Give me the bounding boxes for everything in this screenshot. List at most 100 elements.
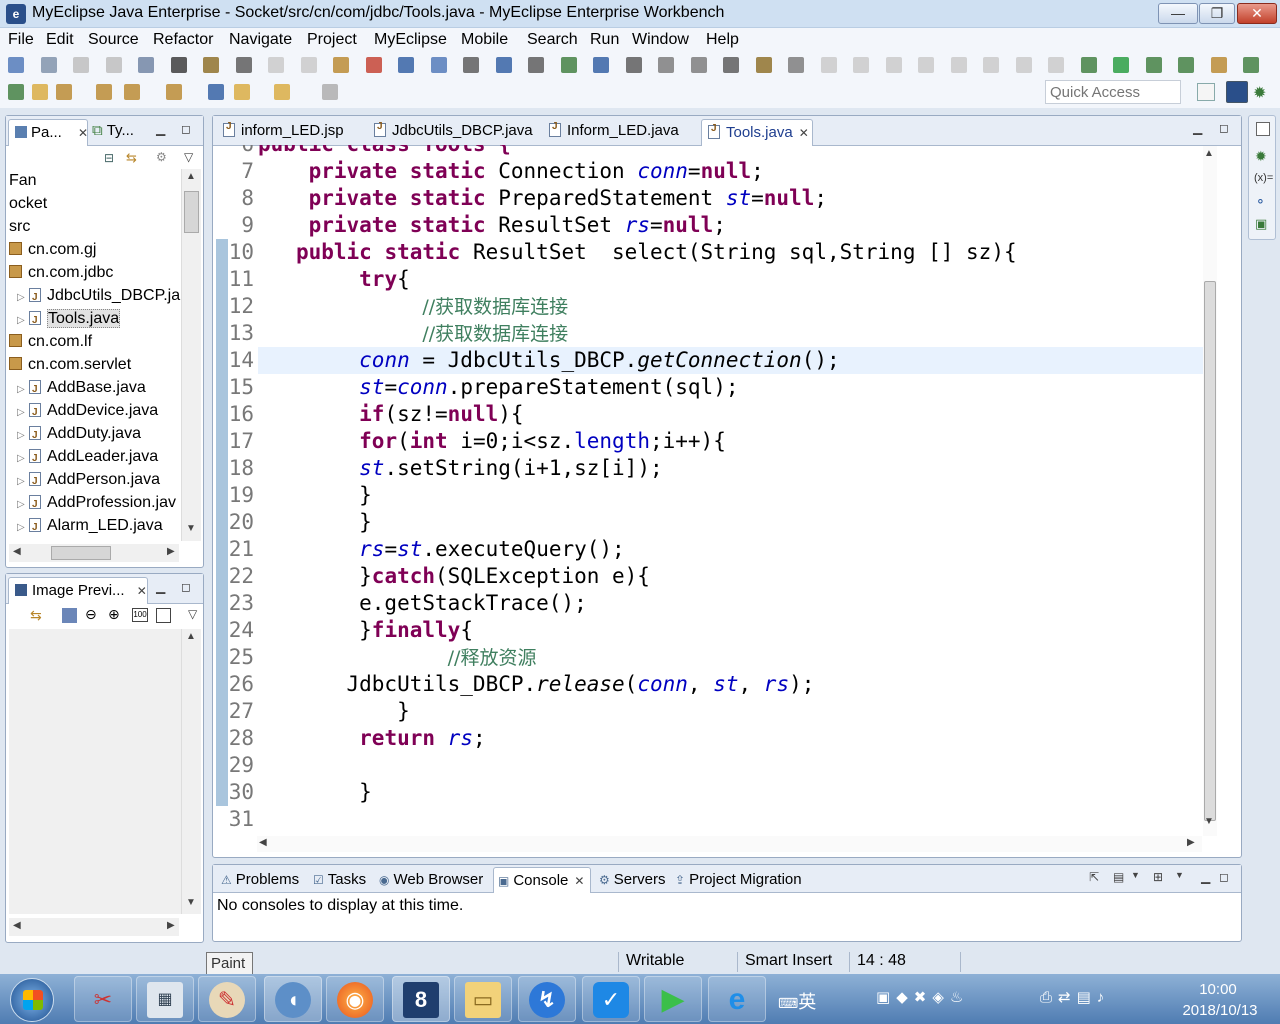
- code-line[interactable]: for(int i=0;i<sz.length;i++){: [258, 428, 1203, 455]
- sync-icon[interactable]: ⇆: [30, 607, 42, 624]
- tree-item[interactable]: ▷ Alarm_LED.java: [9, 514, 163, 539]
- system-tray-icons-right[interactable]: ⎙⇄▤♪: [1040, 988, 1180, 1012]
- toolbar-navigation-icon[interactable]: [96, 84, 112, 100]
- bottom-tab-web-browser[interactable]: ◉ Web Browser: [375, 871, 487, 891]
- code-line[interactable]: JdbcUtils_DBCP.release(conn, st, rs);: [258, 671, 1203, 698]
- tree-item[interactable]: ▷ Tools.java: [9, 307, 121, 332]
- toolbar-navigation-icon[interactable]: [208, 84, 224, 100]
- tree-item[interactable]: ▷ AddDuty.java: [9, 422, 141, 447]
- tree-item[interactable]: cn.com.gj: [9, 238, 96, 261]
- toolbar-action-icon[interactable]: [528, 57, 544, 73]
- menu-file[interactable]: File: [8, 31, 34, 49]
- start-button[interactable]: [10, 978, 54, 1022]
- code-line[interactable]: e.getStackTrace();: [258, 590, 1203, 617]
- tray-printer-icon[interactable]: ⎙: [1040, 989, 1058, 1006]
- tab-package-explorer[interactable]: Pa... ✕: [8, 119, 88, 146]
- link-editor-icon[interactable]: ⇆: [126, 150, 137, 166]
- code-line[interactable]: private static ResultSet rs=null;: [258, 212, 1203, 239]
- menu-project[interactable]: Project: [307, 31, 357, 49]
- zoom-out-icon[interactable]: ⊖: [85, 606, 97, 623]
- close-tab-icon[interactable]: ✕: [574, 874, 584, 888]
- toolbar-navigation-icon[interactable]: [234, 84, 250, 100]
- toolbar-action-icon[interactable]: [983, 57, 999, 73]
- menu-search[interactable]: Search: [527, 31, 578, 49]
- scroll-down-icon[interactable]: ▼: [1204, 816, 1214, 827]
- scroll-thumb[interactable]: [184, 191, 199, 233]
- editor-scroll-thumb[interactable]: [1204, 281, 1216, 821]
- collapse-all-icon[interactable]: ⊟: [104, 151, 114, 165]
- toolbar-action-icon[interactable]: [1048, 57, 1064, 73]
- toolbar-action-icon[interactable]: [723, 57, 739, 73]
- minimize-button[interactable]: —: [1158, 3, 1198, 24]
- code-line[interactable]: [258, 752, 1203, 779]
- toolbar-action-icon[interactable]: [885, 57, 902, 73]
- menu-run[interactable]: Run: [590, 31, 619, 49]
- code-line[interactable]: if(sz!=null){: [258, 401, 1203, 428]
- open-perspective-icon[interactable]: [1197, 83, 1215, 101]
- expand-arrow-icon[interactable]: ▷: [17, 424, 29, 447]
- tree-item[interactable]: ocket: [9, 192, 47, 215]
- toolbar-action-icon[interactable]: [560, 57, 577, 73]
- expand-arrow-icon[interactable]: ▷: [17, 516, 29, 539]
- toolbar-action-icon[interactable]: [1015, 57, 1032, 73]
- code-line[interactable]: private static PreparedStatement st=null…: [258, 185, 1203, 212]
- scroll-up-icon[interactable]: ▲: [186, 631, 196, 642]
- scroll-down-icon[interactable]: ▼: [186, 523, 196, 534]
- scroll-left-icon[interactable]: ◀: [259, 837, 267, 848]
- tree-item[interactable]: ▷ AddProfession.jav: [9, 491, 176, 516]
- tray-java-icon[interactable]: ♨: [950, 989, 969, 1006]
- toolbar-action-icon[interactable]: [495, 57, 512, 73]
- toolbar-action-icon[interactable]: [690, 57, 707, 73]
- clock-time[interactable]: 10:00: [1178, 981, 1258, 998]
- scroll-right-icon[interactable]: ▶: [167, 920, 175, 931]
- toolbar-navigation-icon[interactable]: [322, 84, 338, 100]
- tray-sync-icon[interactable]: ⇄: [1058, 989, 1077, 1006]
- fit-window-icon[interactable]: [156, 608, 171, 623]
- taskbar-security[interactable]: ✓: [582, 976, 640, 1022]
- expand-arrow-icon[interactable]: ▷: [17, 493, 29, 516]
- scroll-left-icon[interactable]: ◀: [13, 920, 21, 931]
- bottom-tab-servers[interactable]: ⚙ Servers: [595, 871, 669, 891]
- editor-tab[interactable]: inform_LED.jsp: [217, 121, 357, 144]
- editor-tab[interactable]: Tools.java ✕: [701, 119, 813, 146]
- toolbar-navigation-icon[interactable]: [124, 84, 140, 100]
- taskbar-myeclipse[interactable]: 8: [392, 976, 450, 1022]
- myeclipse-perspective-icon[interactable]: [1226, 81, 1248, 103]
- code-line[interactable]: //获取数据库连接: [258, 293, 1203, 320]
- display-console-icon[interactable]: ▤: [1113, 870, 1124, 884]
- tray-app-icon[interactable]: ▣: [876, 989, 896, 1006]
- code-line[interactable]: [258, 806, 1203, 833]
- expand-arrow-icon[interactable]: ▷: [17, 378, 29, 401]
- actual-size-icon[interactable]: 100: [132, 608, 148, 622]
- code-line[interactable]: private static Connection conn=null;: [258, 158, 1203, 185]
- code-line[interactable]: }catch(SQLException e){: [258, 563, 1203, 590]
- scroll-up-icon[interactable]: ▲: [1204, 148, 1214, 159]
- toolbar-action-icon[interactable]: [788, 57, 804, 73]
- bottom-tab-problems[interactable]: ⚠ Problems: [217, 871, 303, 891]
- close-tab-icon[interactable]: ✕: [799, 126, 809, 140]
- restore-icon[interactable]: [1256, 122, 1270, 136]
- close-button[interactable]: ✕: [1237, 3, 1277, 24]
- toolbar-action-icon[interactable]: [593, 57, 609, 73]
- scroll-up-icon[interactable]: ▲: [186, 171, 196, 182]
- minimize-editor-icon[interactable]: ▁: [1193, 121, 1202, 135]
- toolbar-action-icon[interactable]: [463, 57, 479, 73]
- toolbar-action-icon[interactable]: [1145, 57, 1162, 73]
- variables-icon[interactable]: (x)=: [1254, 172, 1273, 184]
- tree-item[interactable]: ▷ AddDevice.java: [9, 399, 158, 424]
- explorer-vertical-scrollbar[interactable]: ▲ ▼: [181, 169, 201, 541]
- toolbar-navigation-icon[interactable]: [32, 84, 48, 100]
- tree-item[interactable]: ▷ AddPerson.java: [9, 468, 160, 493]
- bottom-tab-project-migration[interactable]: ⇪ Project Migration: [671, 871, 806, 891]
- toolbar-action-icon[interactable]: [658, 57, 674, 73]
- tree-item[interactable]: ▷ AddBase.java: [9, 376, 146, 401]
- chevron-down-icon[interactable]: ▼: [1131, 870, 1140, 880]
- toolbar-action-icon[interactable]: [1113, 57, 1129, 73]
- taskbar-internet-explorer[interactable]: e: [708, 976, 766, 1022]
- toolbar-action-icon[interactable]: [170, 57, 187, 73]
- ime-indicator[interactable]: ⌨英: [778, 988, 838, 1012]
- breakpoints-icon[interactable]: ⚬: [1255, 194, 1266, 210]
- tree-item[interactable]: ▷ AddLeader.java: [9, 445, 158, 470]
- code-line[interactable]: //释放资源: [258, 644, 1203, 671]
- chevron-down-icon[interactable]: ▼: [1175, 870, 1184, 880]
